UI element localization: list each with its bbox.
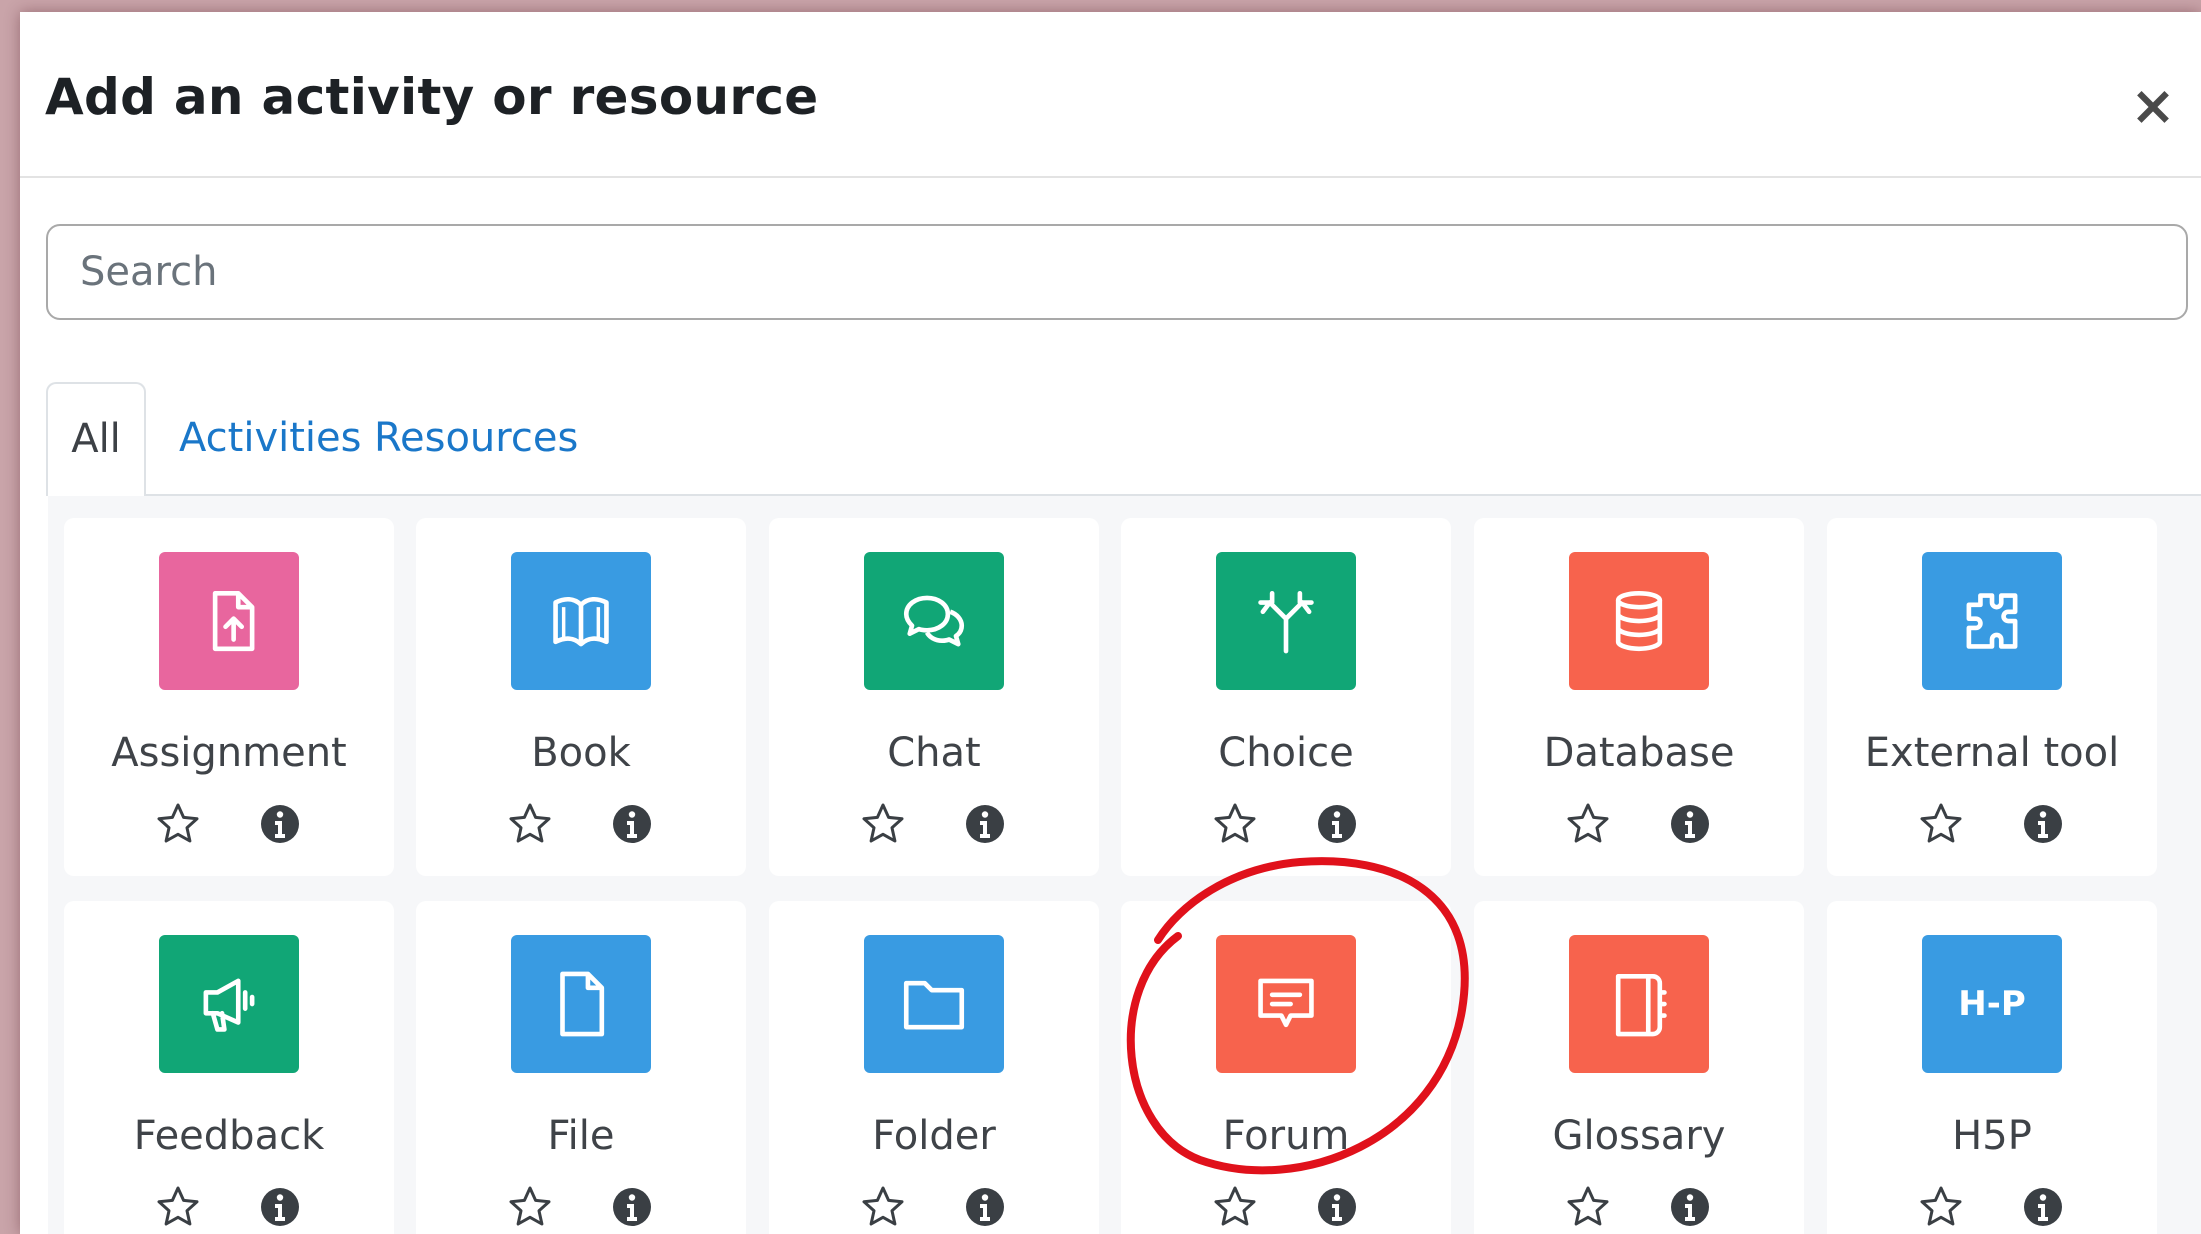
activity-tile-label[interactable]: External tool <box>1827 730 2157 776</box>
activity-tile-folder[interactable]: Folder <box>769 901 1099 1234</box>
activity-chooser-modal: Add an activity or resource × All Activi… <box>20 12 2201 1234</box>
close-button[interactable]: × <box>2123 76 2183 136</box>
activity-tile-file[interactable]: File <box>416 901 746 1234</box>
activity-tile-label[interactable]: File <box>416 1113 746 1159</box>
activity-tile-assignment[interactable]: Assignment <box>64 518 394 876</box>
star-icon[interactable] <box>506 800 554 848</box>
star-icon[interactable] <box>1211 1183 1259 1231</box>
star-icon[interactable] <box>154 1183 202 1231</box>
folder-icon[interactable] <box>864 935 1004 1073</box>
activity-tile-external-tool[interactable]: External tool <box>1827 518 2157 876</box>
activity-tile-chat[interactable]: Chat <box>769 518 1099 876</box>
star-icon[interactable] <box>1564 1183 1612 1231</box>
book-icon[interactable] <box>511 552 651 690</box>
tab-bar: All Activities Resources <box>46 382 2201 496</box>
info-icon[interactable] <box>1313 1183 1361 1231</box>
activity-tile-label[interactable]: Book <box>416 730 746 776</box>
info-icon[interactable] <box>2019 800 2067 848</box>
activity-tile-database[interactable]: Database <box>1474 518 1804 876</box>
search-input[interactable] <box>46 224 2188 320</box>
info-icon[interactable] <box>608 1183 656 1231</box>
file-icon[interactable] <box>511 935 651 1073</box>
activity-tile-label[interactable]: Glossary <box>1474 1113 1804 1159</box>
tab-resources[interactable]: Resources <box>374 382 578 494</box>
activity-tile-forum[interactable]: Forum <box>1121 901 1451 1234</box>
database-icon[interactable] <box>1569 552 1709 690</box>
activity-tile-label[interactable]: Assignment <box>64 730 394 776</box>
star-icon[interactable] <box>1211 800 1259 848</box>
activity-tile-glossary[interactable]: Glossary <box>1474 901 1804 1234</box>
activity-tile-h5p[interactable]: H-P H5P <box>1827 901 2157 1234</box>
tab-activities[interactable]: Activities <box>179 382 361 494</box>
info-icon[interactable] <box>961 1183 1009 1231</box>
tab-all[interactable]: All <box>46 382 146 496</box>
activity-tile-label[interactable]: Database <box>1474 730 1804 776</box>
glossary-icon[interactable] <box>1569 935 1709 1073</box>
activity-tile-book[interactable]: Book <box>416 518 746 876</box>
modal-title: Add an activity or resource <box>45 68 819 126</box>
star-icon[interactable] <box>154 800 202 848</box>
info-icon[interactable] <box>256 1183 304 1231</box>
info-icon[interactable] <box>961 800 1009 848</box>
modal-header: Add an activity or resource × <box>20 12 2201 178</box>
activity-tile-choice[interactable]: Choice <box>1121 518 1451 876</box>
star-icon[interactable] <box>859 1183 907 1231</box>
h5p-icon[interactable]: H-P <box>1922 935 2062 1073</box>
feedback-icon[interactable] <box>159 935 299 1073</box>
forum-icon[interactable] <box>1216 935 1356 1073</box>
info-icon[interactable] <box>1666 800 1714 848</box>
star-icon[interactable] <box>859 800 907 848</box>
choice-icon[interactable] <box>1216 552 1356 690</box>
activity-tile-label[interactable]: Chat <box>769 730 1099 776</box>
activity-tile-label[interactable]: H5P <box>1827 1113 2157 1159</box>
activity-tile-label[interactable]: Choice <box>1121 730 1451 776</box>
assignment-icon[interactable] <box>159 552 299 690</box>
chat-icon[interactable] <box>864 552 1004 690</box>
info-icon[interactable] <box>2019 1183 2067 1231</box>
star-icon[interactable] <box>1564 800 1612 848</box>
activity-grid: Assignment Book Chat Choice Database External… <box>48 496 2201 1234</box>
info-icon[interactable] <box>608 800 656 848</box>
activity-tile-label[interactable]: Feedback <box>64 1113 394 1159</box>
info-icon[interactable] <box>256 800 304 848</box>
activity-tile-label[interactable]: Forum <box>1121 1113 1451 1159</box>
info-icon[interactable] <box>1313 800 1361 848</box>
activity-tile-label[interactable]: Folder <box>769 1113 1099 1159</box>
external-tool-icon[interactable] <box>1922 552 2062 690</box>
star-icon[interactable] <box>506 1183 554 1231</box>
star-icon[interactable] <box>1917 800 1965 848</box>
info-icon[interactable] <box>1666 1183 1714 1231</box>
h5p-logo-text: H-P <box>1958 984 2026 1024</box>
star-icon[interactable] <box>1917 1183 1965 1231</box>
activity-tile-feedback[interactable]: Feedback <box>64 901 394 1234</box>
